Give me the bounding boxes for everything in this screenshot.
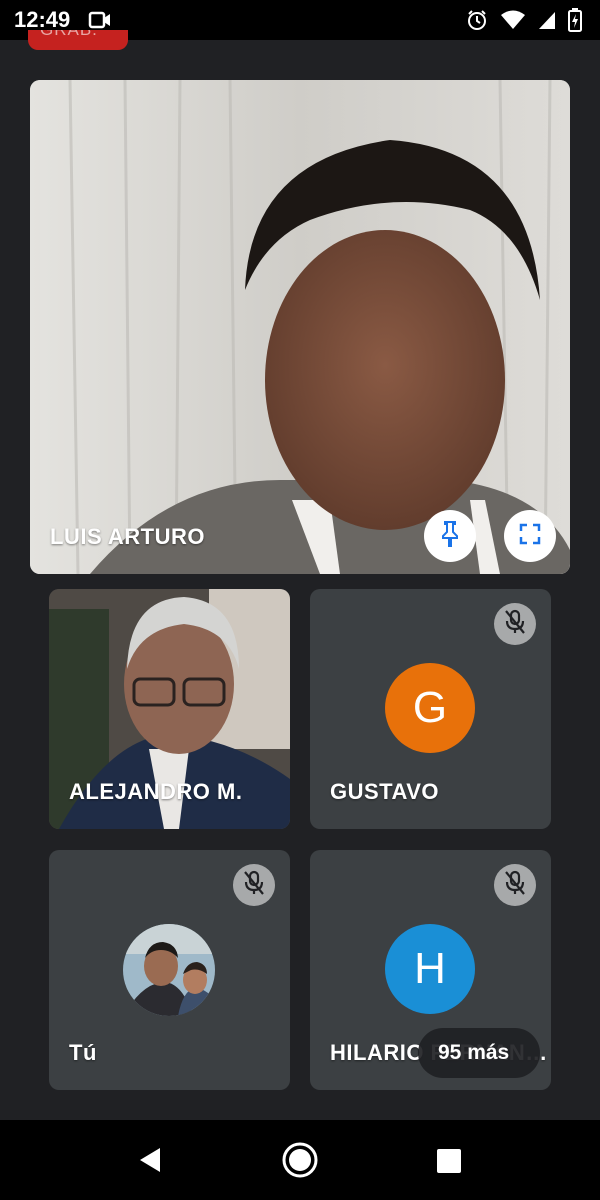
mic-off-icon [243, 870, 265, 901]
profile-photo [123, 924, 215, 1016]
participant-tile[interactable]: G GUSTAVO [310, 589, 551, 829]
participant-name: Tú [69, 1040, 97, 1065]
more-participants-button[interactable]: 95 más [418, 1028, 540, 1078]
mic-off-icon [504, 870, 526, 901]
main-speaker-tile[interactable]: LUIS ARTURO [30, 80, 570, 574]
mic-off-icon [504, 609, 526, 640]
mute-indicator [233, 864, 275, 906]
navigation-bar [0, 1120, 600, 1200]
recording-badge: GRAB. [28, 30, 128, 50]
recents-icon[interactable] [436, 1148, 462, 1179]
mute-indicator [494, 864, 536, 906]
avatar-initial: H [414, 944, 446, 993]
pin-icon [438, 520, 462, 553]
speaker-video-feed [30, 80, 570, 574]
main-speaker-name: LUIS ARTURO [50, 524, 206, 549]
participant-tile[interactable]: Tú [49, 850, 290, 1090]
avatar-initial: G [412, 683, 448, 732]
battery-icon [568, 8, 582, 37]
mute-indicator [494, 603, 536, 645]
participant-tile[interactable]: ALEJANDRO M. [49, 589, 290, 829]
avatar: G [385, 663, 475, 753]
participant-name: ALEJANDRO M. [69, 779, 243, 804]
participant-name: GUSTAVO [330, 779, 440, 804]
home-icon[interactable] [281, 1141, 319, 1184]
wifi-icon [500, 10, 526, 35]
signal-icon [538, 10, 556, 35]
more-participants-label: 95 más [438, 1041, 510, 1064]
recording-label: GRAB. [40, 30, 98, 40]
fullscreen-button[interactable] [504, 510, 556, 562]
fullscreen-icon [518, 522, 542, 551]
avatar: H [385, 924, 475, 1014]
alarm-icon [466, 9, 488, 36]
back-icon[interactable] [136, 1146, 164, 1179]
pin-button[interactable] [424, 510, 476, 562]
